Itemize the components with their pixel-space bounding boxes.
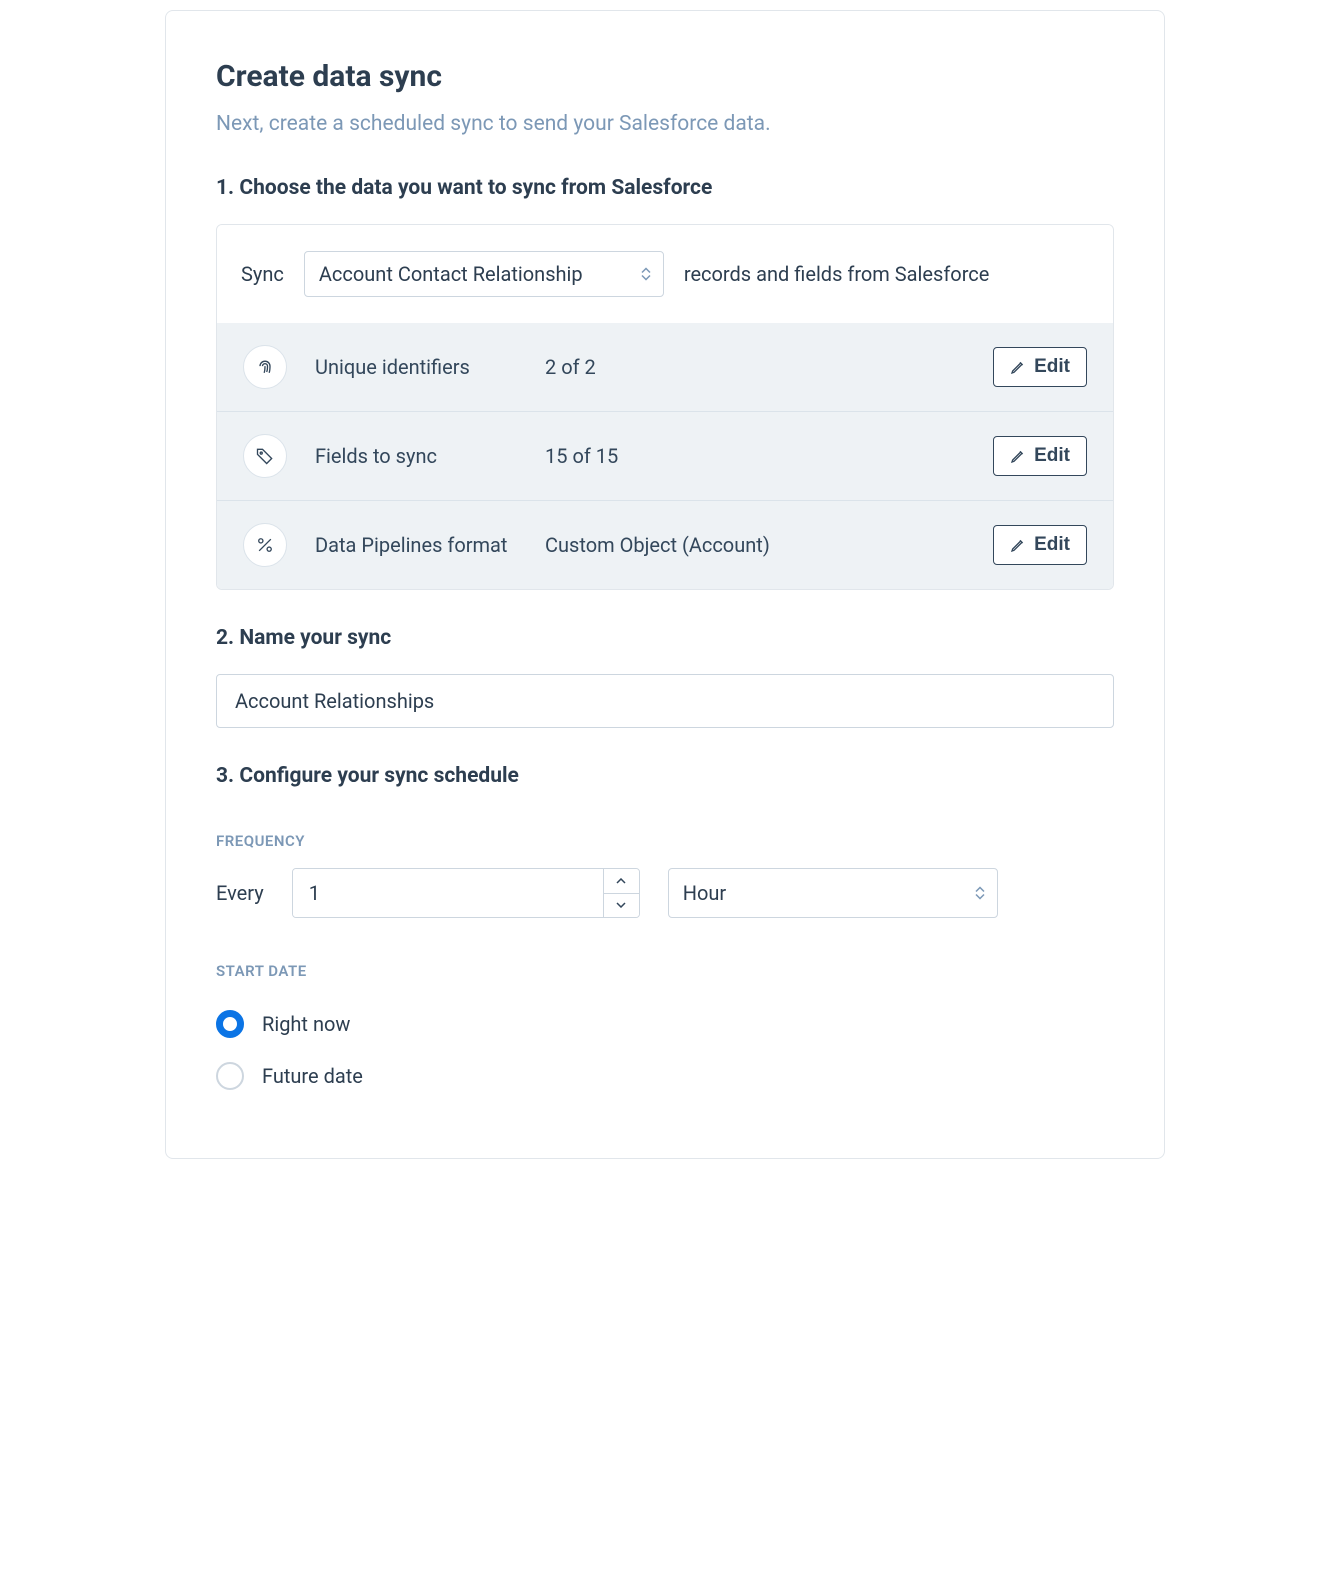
radio-now-label: Right now [262,1012,350,1036]
unit-select-value: Hour [683,881,726,905]
step1-heading: 1. Choose the data you want to sync from… [216,176,1114,200]
sync-name-input[interactable] [216,674,1114,728]
radio-checked-icon [216,1010,244,1038]
step3-heading: 3. Configure your sync schedule [216,764,1114,788]
pencil-icon [1010,537,1026,553]
frequency-row: Every Hour [216,868,1114,918]
startdate-label: START DATE [216,962,1114,980]
chevron-up-icon [616,878,626,884]
object-select[interactable]: Account Contact Relationship [304,251,664,297]
radio-future-date[interactable]: Future date [216,1050,1114,1102]
radio-right-now[interactable]: Right now [216,998,1114,1050]
sync-config-box: Sync Account Contact Relationship record… [216,224,1114,590]
edit-uid-label: Edit [1034,356,1070,378]
row-format-label: Data Pipelines format [315,533,545,557]
pencil-icon [1010,448,1026,464]
object-select-value: Account Contact Relationship [319,262,583,286]
step2-heading: 2. Name your sync [216,626,1114,650]
page-subtitle: Next, create a scheduled sync to send yo… [216,112,1114,136]
interval-input[interactable] [293,869,603,917]
row-uid-value: 2 of 2 [545,355,993,379]
row-fields-to-sync: Fields to sync 15 of 15 Edit [217,411,1113,500]
stepper-up-button[interactable] [604,869,639,893]
object-select-header: Sync Account Contact Relationship record… [217,225,1113,323]
row-format: Data Pipelines format Custom Object (Acc… [217,500,1113,589]
create-data-sync-panel: Create data sync Next, create a schedule… [165,10,1165,1159]
stepper-down-button[interactable] [604,893,639,918]
config-rows: Unique identifiers 2 of 2 Edit Fields to… [217,323,1113,589]
edit-fields-button[interactable]: Edit [993,436,1087,476]
radio-future-label: Future date [262,1064,363,1088]
row-format-value: Custom Object (Account) [545,533,993,557]
fingerprint-icon [243,345,287,389]
row-fields-value: 15 of 15 [545,444,993,468]
chevron-updown-icon [975,887,985,900]
interval-stepper[interactable] [292,868,640,918]
row-fields-label: Fields to sync [315,444,545,468]
every-label: Every [216,868,264,918]
radio-unchecked-icon [216,1062,244,1090]
tag-icon [243,434,287,478]
percent-icon [243,523,287,567]
sync-prefix: Sync [241,262,284,286]
chevron-down-icon [616,902,626,908]
startdate-radios: Right now Future date [216,998,1114,1102]
chevron-updown-icon [641,268,651,281]
pencil-icon [1010,359,1026,375]
sync-suffix: records and fields from Salesforce [684,262,990,286]
row-unique-identifiers: Unique identifiers 2 of 2 Edit [217,323,1113,411]
edit-format-label: Edit [1034,534,1070,556]
edit-fields-label: Edit [1034,445,1070,467]
row-uid-label: Unique identifiers [315,355,545,379]
unit-select[interactable]: Hour [668,868,998,918]
page-title: Create data sync [216,59,1114,94]
frequency-label: FREQUENCY [216,832,1114,850]
edit-format-button[interactable]: Edit [993,525,1087,565]
edit-uid-button[interactable]: Edit [993,347,1087,387]
stepper-controls [603,869,639,917]
